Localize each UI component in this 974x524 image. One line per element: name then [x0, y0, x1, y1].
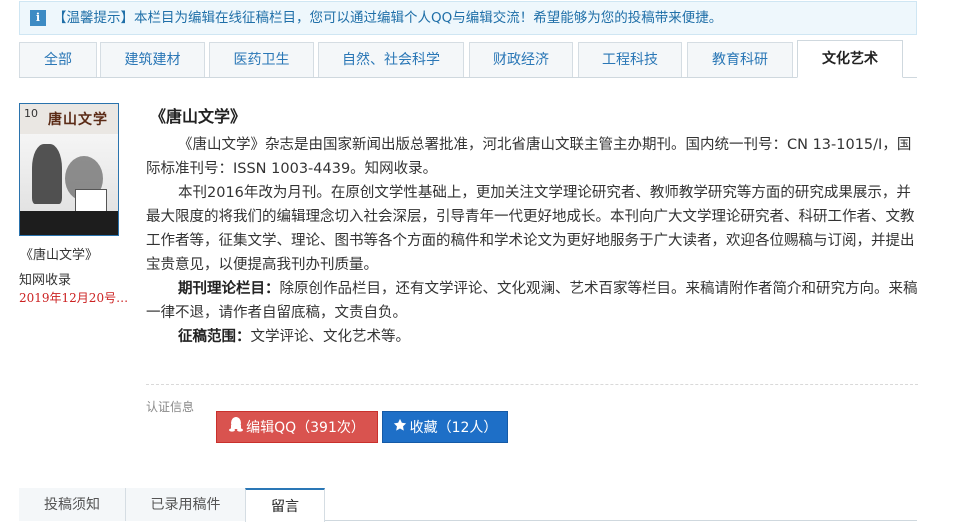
tab-natural-social-science[interactable]: 自然、社会科学	[318, 42, 464, 77]
sidebar-title[interactable]: 《唐山文学》	[20, 244, 98, 263]
tab-education-research[interactable]: 教育科研	[687, 42, 793, 77]
qq-penguin-icon	[229, 412, 244, 444]
tab-accepted-papers[interactable]: 已录用稿件	[126, 488, 245, 521]
description-paragraph: 《唐山文学》杂志是由国家新闻出版总署批准，河北省唐山文联主管主办期刊。国内统一刊…	[146, 137, 912, 177]
magazine-description: 《唐山文学》杂志是由国家新闻出版总署批准，河北省唐山文联主管主办期刊。国内统一刊…	[146, 133, 918, 349]
cert-label: 认证信息	[146, 400, 195, 414]
columns-paragraph: 期刊理论栏目：除原创作品栏目，还有文学评论、文化观澜、艺术百家等栏目。来稿请附作…	[146, 277, 918, 325]
sidebar-date: 2019年12月20号…	[19, 291, 129, 305]
favorite-label: 收藏（12人）	[409, 420, 498, 436]
notice-text: 【温馨提示】本栏目为编辑在线征稿栏目，您可以通过编辑个人QQ与编辑交流！希望能够…	[53, 10, 723, 26]
bottom-tabs: 投稿须知 已录用稿件 留言	[19, 488, 917, 522]
divider	[146, 384, 918, 385]
scope-text: 文学评论、文化艺术等。	[250, 329, 411, 345]
editor-qq-label: 编辑QQ（391次）	[246, 420, 365, 436]
editor-qq-button[interactable]: 编辑QQ（391次）	[216, 411, 378, 443]
star-icon	[393, 412, 407, 444]
sidebar-database: 知网收录	[19, 273, 72, 288]
magazine-title: 《唐山文学》	[150, 107, 247, 126]
notice-bar: i 【温馨提示】本栏目为编辑在线征稿栏目，您可以通过编辑个人QQ与编辑交流！希望…	[19, 1, 917, 35]
scope-paragraph: 征稿范围：文学评论、文化艺术等。	[146, 325, 918, 349]
tab-building-materials[interactable]: 建筑建材	[100, 42, 205, 77]
tab-all[interactable]: 全部	[19, 42, 97, 77]
tab-finance-economy[interactable]: 财政经济	[469, 42, 573, 77]
favorite-button[interactable]: 收藏（12人）	[382, 411, 508, 443]
cover-logo: 唐山文学	[48, 112, 108, 128]
tab-medicine-health[interactable]: 医药卫生	[209, 42, 314, 77]
tab-culture-art[interactable]: 文化艺术	[797, 40, 903, 78]
tab-submission-notes[interactable]: 投稿须知	[19, 488, 126, 521]
cover-artwork	[20, 134, 118, 235]
description-paragraph: 本刊2016年改为月刊。在原创文学性基础上，更加关注文学理论研究者、教师教学研究…	[146, 185, 915, 273]
tab-messages[interactable]: 留言	[245, 488, 325, 522]
tab-engineering-tech[interactable]: 工程科技	[578, 42, 682, 77]
magazine-cover[interactable]: 10 唐山文学	[19, 103, 119, 236]
cover-issue-number: 10	[24, 107, 38, 120]
category-tabs: 全部 建筑建材 医药卫生 自然、社会科学 财政经济 工程科技 教育科研 文化艺术	[19, 40, 917, 78]
info-icon: i	[30, 10, 46, 26]
columns-label: 期刊理论栏目：	[178, 281, 280, 297]
scope-label: 征稿范围：	[178, 329, 251, 345]
